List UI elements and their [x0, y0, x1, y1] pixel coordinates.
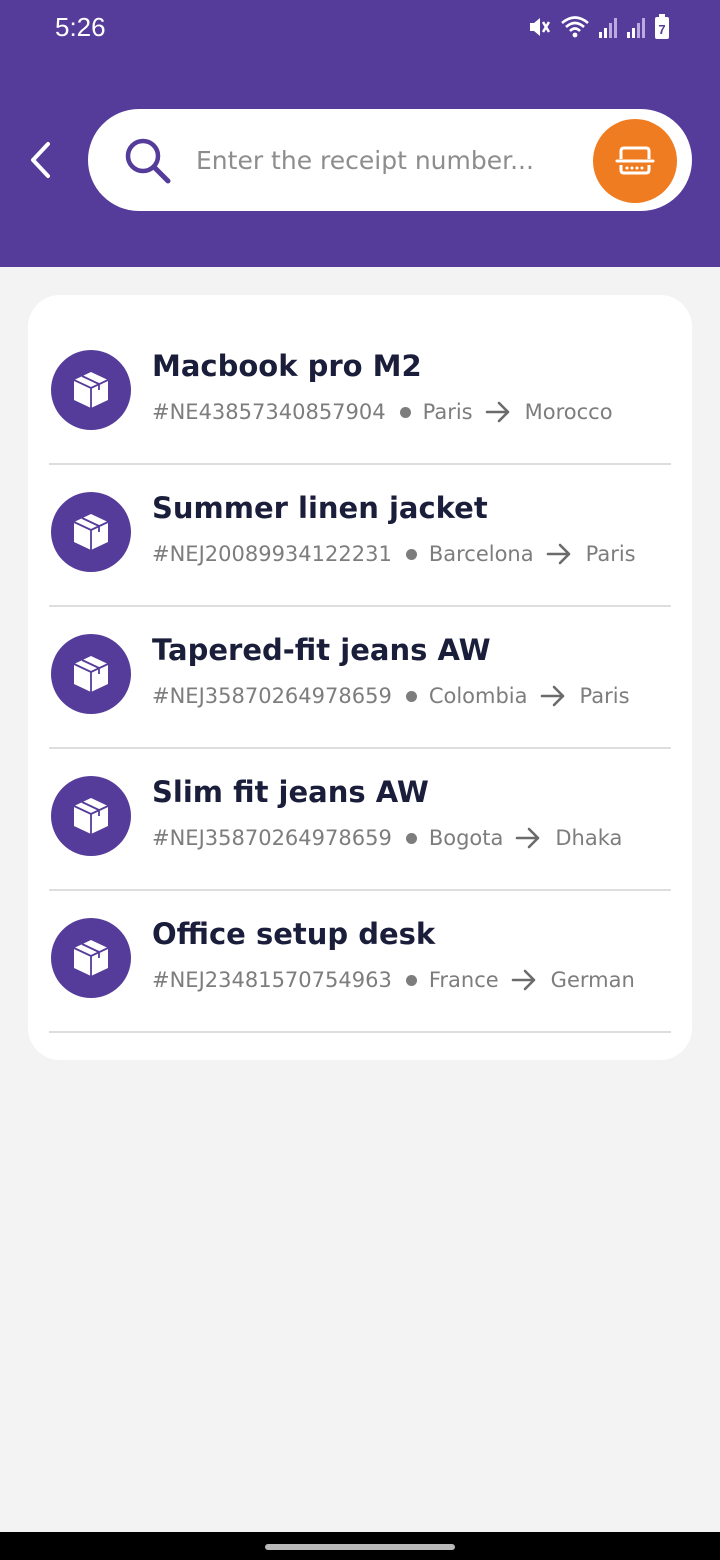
receipt-number: #NEJ35870264978659: [152, 826, 392, 850]
mute-icon: [530, 18, 551, 36]
separator-dot: [405, 832, 417, 844]
item-meta: #NEJ23481570754963 France German: [152, 965, 635, 995]
separator-dot: [405, 974, 417, 986]
back-button[interactable]: [18, 134, 62, 186]
status-icons: 7: [526, 12, 670, 42]
list-item[interactable]: Tapered-fit jeans AW #NEJ35870264978659 …: [49, 607, 671, 749]
origin: France: [428, 968, 499, 992]
battery-level: 7: [658, 22, 665, 37]
search-input[interactable]: [196, 133, 576, 187]
signal-icon-2: [627, 18, 645, 38]
navigation-bar: [0, 1532, 720, 1560]
destination: German: [550, 968, 635, 992]
receipt-number: #NEJ20089934122231: [152, 542, 392, 566]
package-box-icon: [51, 776, 131, 856]
destination: Paris: [579, 684, 630, 708]
battery-icon: 7: [655, 14, 669, 39]
origin: Colombia: [428, 684, 528, 708]
home-indicator[interactable]: [265, 1544, 455, 1550]
signal-icon: [599, 18, 617, 38]
item-meta: #NEJ35870264978659 Colombia Paris: [152, 681, 630, 711]
status-time: 5:26: [55, 12, 106, 42]
package-box-icon: [51, 918, 131, 998]
item-title: Slim fit jeans AW: [152, 775, 429, 809]
receipt-number: #NE43857340857904: [152, 400, 386, 424]
arrow-right-icon: [546, 543, 572, 565]
item-title: Macbook pro M2: [152, 349, 422, 383]
list-item[interactable]: Office setup desk #NEJ23481570754963 Fra…: [49, 891, 671, 1033]
chevron-left-icon: [31, 142, 50, 178]
scan-button[interactable]: [593, 119, 677, 203]
list-item[interactable]: Macbook pro M2 #NE43857340857904 Paris M…: [49, 323, 671, 465]
barcode-scan-icon: [615, 146, 655, 175]
receipt-number: #NEJ35870264978659: [152, 684, 392, 708]
origin: Barcelona: [428, 542, 534, 566]
origin: Paris: [422, 400, 473, 424]
separator-dot: [399, 406, 411, 418]
item-title: Office setup desk: [152, 917, 436, 951]
separator-dot: [405, 690, 417, 702]
search-bar: [88, 109, 692, 211]
item-title: Tapered-fit jeans AW: [152, 633, 491, 667]
search-icon: [125, 138, 171, 184]
package-box-icon: [51, 634, 131, 714]
item-meta: #NEJ20089934122231 Barcelona Paris: [152, 539, 636, 569]
receipt-number: #NEJ23481570754963: [152, 968, 392, 992]
destination: Dhaka: [555, 826, 623, 850]
wifi-icon: [561, 16, 589, 38]
arrow-right-icon: [540, 685, 566, 707]
package-box-icon: [51, 492, 131, 572]
list-item[interactable]: Summer linen jacket #NEJ20089934122231 B…: [49, 465, 671, 607]
arrow-right-icon: [485, 401, 511, 423]
item-title: Summer linen jacket: [152, 491, 488, 525]
destination: Morocco: [524, 400, 613, 424]
separator-dot: [405, 548, 417, 560]
item-meta: #NE43857340857904 Paris Morocco: [152, 397, 613, 427]
app-header: 5:26 7: [0, 0, 720, 267]
destination: Paris: [585, 542, 636, 566]
list-item[interactable]: Slim fit jeans AW #NEJ35870264978659 Bog…: [49, 749, 671, 891]
item-meta: #NEJ35870264978659 Bogota Dhaka: [152, 823, 622, 853]
package-box-icon: [51, 350, 131, 430]
arrow-right-icon: [511, 969, 537, 991]
origin: Bogota: [428, 826, 504, 850]
arrow-right-icon: [515, 827, 541, 849]
shipment-list: Macbook pro M2 #NE43857340857904 Paris M…: [28, 295, 692, 1060]
